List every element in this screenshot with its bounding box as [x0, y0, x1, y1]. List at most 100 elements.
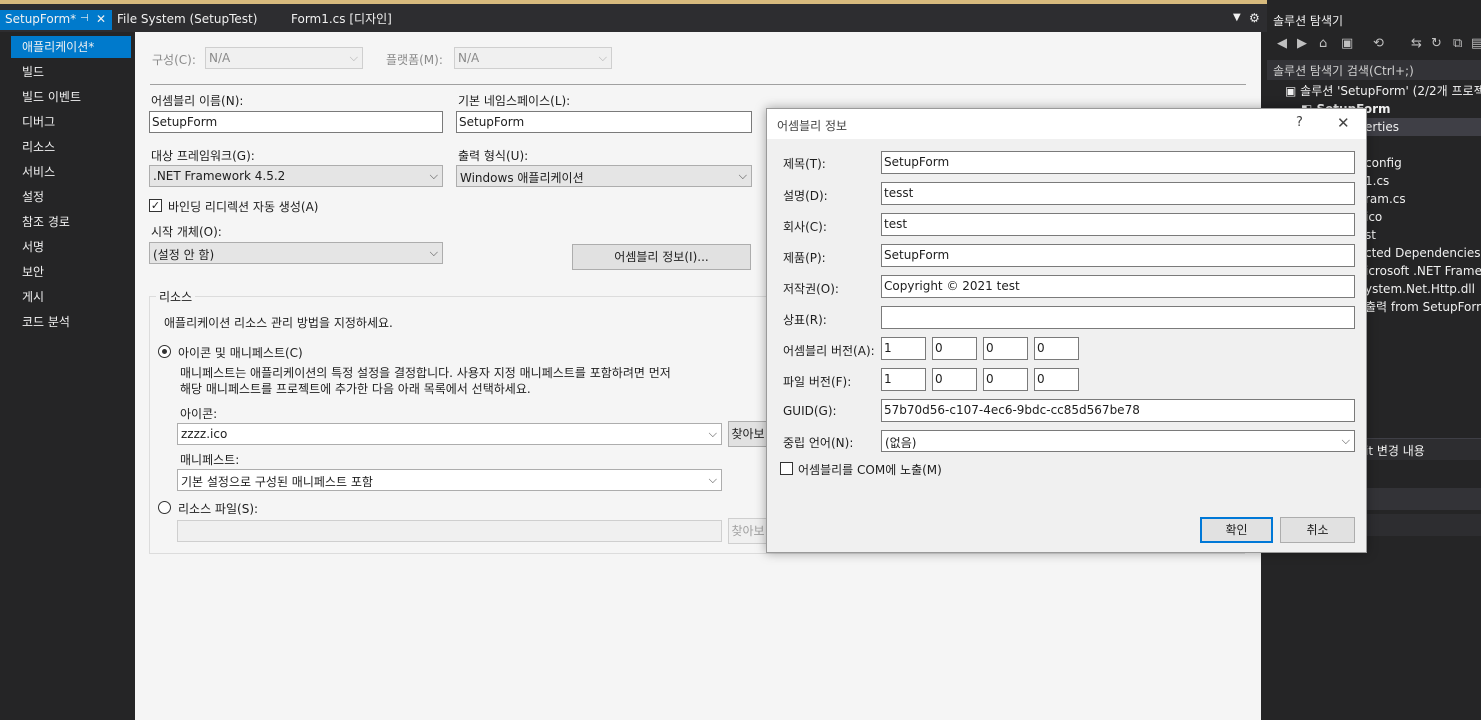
- file-version-minor[interactable]: 0: [932, 368, 977, 391]
- tab-form1-designer[interactable]: Form1.cs [디자인]: [291, 10, 392, 28]
- solution-explorer-toolbar: ◀ ▶ ⌂ ▣ ⟲ ⇆ ↻ ⧉ ▤: [1267, 34, 1481, 58]
- company-input[interactable]: test: [881, 213, 1355, 236]
- tab-dropdown-icon[interactable]: ▼: [1233, 12, 1241, 23]
- nav-item-publish[interactable]: 게시: [22, 286, 44, 308]
- solution-icon: ▣: [1285, 84, 1301, 98]
- tree-form1[interactable]: 1.cs: [1365, 172, 1389, 190]
- nav-item-resources[interactable]: 리소스: [22, 136, 55, 158]
- refresh-icon[interactable]: ↻: [1431, 36, 1442, 51]
- tab-setupform-label: SetupForm*: [5, 12, 77, 26]
- close-icon[interactable]: ✕: [1337, 114, 1350, 132]
- title-label: 제목(T):: [783, 157, 826, 171]
- nav-item-build[interactable]: 빌드: [22, 61, 44, 83]
- config-select[interactable]: N/A ⌵: [205, 47, 363, 69]
- nav-item-debug[interactable]: 디버그: [22, 111, 55, 133]
- nav-item-application[interactable]: 애플리케이션*: [11, 36, 131, 58]
- icon-manifest-description-line1: 매니페스트는 애플리케이션의 특정 설정을 결정합니다. 사용자 지정 매니페스…: [180, 366, 671, 380]
- nav-item-build-events[interactable]: 빌드 이벤트: [22, 86, 81, 108]
- home-icon[interactable]: ⌂: [1319, 36, 1327, 51]
- platform-select[interactable]: N/A ⌵: [454, 47, 612, 69]
- guid-label: GUID(G):: [783, 404, 837, 418]
- auto-binding-checkbox[interactable]: ✓: [149, 199, 162, 212]
- startup-object-select[interactable]: (설정 안 함) ⌵: [149, 242, 443, 264]
- assembly-info-button[interactable]: 어셈블리 정보(I)...: [572, 244, 751, 270]
- switch-views-icon[interactable]: ▣: [1341, 36, 1353, 51]
- target-framework-select[interactable]: .NET Framework 4.5.2 ⌵: [149, 165, 443, 187]
- file-version-major[interactable]: 1: [881, 368, 926, 391]
- copyright-label: 저작권(O):: [783, 282, 839, 296]
- tab-setupform[interactable]: SetupForm* ⊣ ✕: [0, 10, 112, 30]
- neutral-language-label: 중립 언어(N):: [783, 436, 854, 450]
- gear-icon[interactable]: ⚙: [1249, 11, 1260, 25]
- back-icon[interactable]: ◀: [1277, 36, 1287, 51]
- startup-object-label: 시작 개체(O):: [151, 225, 222, 239]
- description-input[interactable]: tesst: [881, 182, 1355, 205]
- trademark-input[interactable]: [881, 306, 1355, 329]
- dialog-titlebar: 어셈블리 정보 ? ✕: [767, 109, 1366, 139]
- assembly-version-label: 어셈블리 버전(A):: [783, 344, 875, 358]
- assembly-version-build[interactable]: 0: [983, 337, 1028, 360]
- solution-search-input[interactable]: 솔루션 탐색기 검색(Ctrl+;): [1267, 60, 1481, 80]
- chevron-down-icon: ⌵: [708, 427, 717, 440]
- output-type-select[interactable]: Windows 애플리케이션 ⌵: [456, 165, 752, 187]
- assembly-version-minor[interactable]: 0: [932, 337, 977, 360]
- target-framework-value: .NET Framework 4.5.2: [153, 169, 286, 183]
- browse-resource-button[interactable]: 찾아보: [728, 518, 768, 544]
- file-version-build[interactable]: 0: [983, 368, 1028, 391]
- neutral-language-select[interactable]: (없음) ⌵: [881, 430, 1355, 452]
- document-tab-bar: SetupForm* ⊣ ✕ File System (SetupTest) F…: [0, 0, 1267, 32]
- icon-select[interactable]: zzzz.ico ⌵: [177, 423, 722, 445]
- git-changes-label: it 변경 내용: [1365, 444, 1425, 458]
- chevron-down-icon: ⌵: [738, 169, 747, 182]
- assembly-version-major[interactable]: 1: [881, 337, 926, 360]
- browse-icon-button[interactable]: 찾아보: [728, 421, 768, 447]
- resource-file-input[interactable]: [177, 520, 722, 542]
- trademark-label: 상표(R):: [783, 313, 827, 327]
- tree-dotnet-framework[interactable]: icrosoft .NET Framewo: [1365, 262, 1481, 280]
- collapse-all-icon[interactable]: ⧉: [1453, 36, 1462, 51]
- icon-manifest-radio[interactable]: [158, 345, 171, 358]
- tree-http-dll[interactable]: ystem.Net.Http.dll: [1365, 280, 1475, 298]
- chevron-down-icon: ⌵: [429, 246, 438, 259]
- ok-button[interactable]: 확인: [1200, 517, 1273, 543]
- com-visible-checkbox[interactable]: [780, 462, 793, 475]
- guid-input[interactable]: 57b70d56-c107-4ec6-9bdc-cc85d567be78: [881, 399, 1355, 422]
- nav-item-signing[interactable]: 서명: [22, 236, 44, 258]
- nav-item-security[interactable]: 보안: [22, 261, 44, 283]
- tree-primary-output[interactable]: 출력 from SetupForm: [1365, 298, 1481, 316]
- platform-label: 플랫폼(M):: [386, 53, 443, 67]
- nav-item-code-analysis[interactable]: 코드 분석: [22, 311, 70, 333]
- cancel-button[interactable]: 취소: [1280, 517, 1355, 543]
- tree-app-config[interactable]: config: [1365, 154, 1402, 172]
- config-label: 구성(C):: [152, 53, 196, 67]
- chevron-down-icon: ⌵: [429, 169, 438, 182]
- file-version-revision[interactable]: 0: [1034, 368, 1079, 391]
- manifest-select[interactable]: 기본 설정으로 구성된 매니페스트 포함 ⌵: [177, 469, 722, 491]
- assembly-version-revision[interactable]: 0: [1034, 337, 1079, 360]
- forward-icon[interactable]: ▶: [1297, 36, 1307, 51]
- help-icon[interactable]: ?: [1296, 115, 1303, 130]
- assembly-name-label: 어셈블리 이름(N):: [151, 94, 244, 108]
- copyright-input[interactable]: Copyright © 2021 test: [881, 275, 1355, 298]
- nav-item-settings[interactable]: 설정: [22, 186, 44, 208]
- assembly-name-input[interactable]: SetupForm: [149, 111, 443, 133]
- show-all-files-icon[interactable]: ▤: [1471, 36, 1481, 51]
- history-icon[interactable]: ⟲: [1373, 36, 1384, 51]
- close-icon[interactable]: ✕: [96, 10, 106, 28]
- product-input[interactable]: SetupForm: [881, 244, 1355, 267]
- pin-icon[interactable]: ⊣: [80, 10, 89, 28]
- tree-program[interactable]: ram.cs: [1365, 190, 1406, 208]
- sync-icon[interactable]: ⇆: [1411, 36, 1422, 51]
- tab-file-system[interactable]: File System (SetupTest): [117, 10, 257, 28]
- nav-item-reference-paths[interactable]: 참조 경로: [22, 211, 70, 233]
- resource-file-radio[interactable]: [158, 501, 171, 514]
- output-type-label: 출력 형식(U):: [458, 149, 529, 163]
- tree-icon-file[interactable]: ico: [1365, 208, 1382, 226]
- title-input[interactable]: SetupForm: [881, 151, 1355, 174]
- default-namespace-input[interactable]: SetupForm: [456, 111, 752, 133]
- nav-item-services[interactable]: 서비스: [22, 161, 55, 183]
- tree-solution-label: 솔루션 'SetupForm' (2/2개 프로젝트): [1300, 84, 1481, 98]
- tree-detected-dependencies[interactable]: cted Dependencies: [1365, 244, 1481, 262]
- tree-solution[interactable]: ▣ 솔루션 'SetupForm' (2/2개 프로젝트): [1285, 82, 1481, 100]
- auto-binding-label: 바인딩 리디렉션 자동 생성(A): [168, 200, 319, 214]
